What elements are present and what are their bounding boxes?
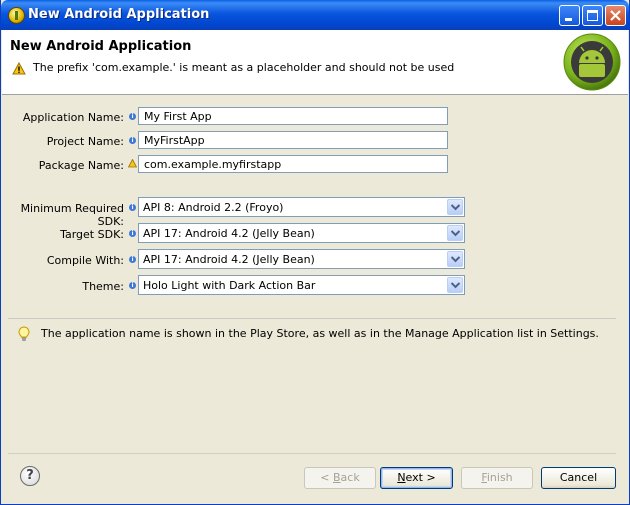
back-label-rest: ack	[340, 471, 360, 484]
wizard-header: New Android Application The prefix 'com.…	[2, 30, 628, 94]
eclipse-app-icon	[8, 7, 25, 24]
dialog-window: New Android Application New Android Appl…	[0, 0, 630, 505]
application-name-label: Application Name:	[22, 111, 124, 124]
min-sdk-value: API 8: Android 2.2 (Froyo)	[143, 201, 284, 214]
finish-button[interactable]: Finish	[461, 467, 533, 489]
chevron-down-icon[interactable]	[447, 199, 463, 215]
warning-icon	[128, 159, 137, 168]
compile-with-label: Compile With:	[46, 254, 124, 267]
info-icon: i	[129, 113, 136, 120]
warning-icon	[12, 62, 26, 75]
back-prefix: <	[320, 471, 333, 484]
back-button[interactable]: < Back	[304, 467, 376, 489]
close-button[interactable]	[605, 5, 626, 26]
compile-with-value: API 17: Android 4.2 (Jelly Bean)	[143, 253, 315, 266]
chevron-down-icon[interactable]	[447, 225, 463, 241]
minimize-button[interactable]	[559, 5, 580, 26]
min-sdk-label: Minimum Required SDK:	[20, 202, 124, 228]
next-label-rest: ext >	[405, 471, 436, 484]
theme-label: Theme:	[82, 280, 124, 293]
hint-divider	[8, 318, 616, 319]
help-button[interactable]: ?	[20, 466, 40, 486]
android-logo	[563, 33, 621, 91]
header-divider	[2, 94, 628, 95]
target-sdk-value: API 17: Android 4.2 (Jelly Bean)	[143, 227, 315, 240]
project-name-field[interactable]: MyFirstApp	[138, 131, 448, 149]
compile-with-select[interactable]: API 17: Android 4.2 (Jelly Bean)	[138, 249, 465, 269]
lightbulb-icon	[18, 326, 30, 341]
finish-label-rest: inish	[486, 471, 513, 484]
theme-value: Holo Light with Dark Action Bar	[143, 279, 316, 292]
next-button[interactable]: Next >	[380, 467, 453, 489]
info-icon: i	[129, 230, 136, 237]
button-bar-divider	[8, 453, 616, 454]
title-bar[interactable]: New Android Application	[1, 0, 629, 30]
info-icon: i	[129, 137, 136, 144]
package-name-label: Package Name:	[38, 159, 124, 172]
project-name-label: Project Name:	[46, 135, 124, 148]
target-sdk-select[interactable]: API 17: Android 4.2 (Jelly Bean)	[138, 223, 465, 243]
next-mnemonic: N	[397, 471, 406, 484]
target-sdk-label: Target SDK:	[60, 228, 124, 241]
back-mnemonic: B	[333, 471, 341, 484]
hint-text: The application name is shown in the Pla…	[41, 327, 599, 340]
min-sdk-select[interactable]: API 8: Android 2.2 (Froyo)	[138, 197, 465, 217]
wizard-title: New Android Application	[10, 39, 192, 54]
maximize-button[interactable]	[582, 5, 603, 26]
cancel-button[interactable]: Cancel	[541, 467, 616, 489]
info-icon: i	[129, 256, 136, 263]
window-title: New Android Application	[28, 7, 210, 22]
chevron-down-icon[interactable]	[447, 277, 463, 293]
info-icon: i	[129, 204, 136, 211]
wizard-message: The prefix 'com.example.' is meant as a …	[33, 61, 455, 74]
theme-select[interactable]: Holo Light with Dark Action Bar	[138, 275, 465, 295]
chevron-down-icon[interactable]	[447, 251, 463, 267]
info-icon: i	[129, 282, 136, 289]
application-name-field[interactable]: My First App	[138, 107, 448, 125]
package-name-field[interactable]: com.example.myfirstapp	[138, 155, 448, 173]
